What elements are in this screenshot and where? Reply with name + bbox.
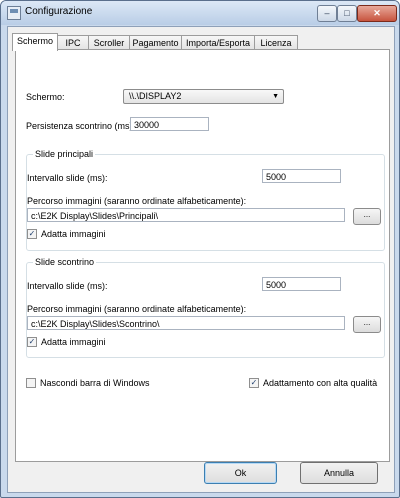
principali-fit-label: Adatta immagini bbox=[41, 229, 106, 239]
maximize-button[interactable]: □ bbox=[337, 5, 357, 22]
high-quality-label: Adattamento con alta qualità bbox=[263, 378, 378, 388]
group-slide-principali: Slide principali Intervallo slide (ms): … bbox=[26, 149, 385, 251]
tab-pagamento[interactable]: Pagamento bbox=[129, 35, 182, 50]
group-slide-principali-title: Slide principali bbox=[33, 149, 96, 159]
principali-interval-label: Intervallo slide (ms): bbox=[27, 173, 108, 183]
group-slide-scontrino-title: Slide scontrino bbox=[33, 257, 97, 267]
scontrino-interval-input[interactable]: 5000 bbox=[262, 277, 341, 291]
group-slide-scontrino: Slide scontrino Intervallo slide (ms): 5… bbox=[26, 257, 385, 358]
window-app-icon bbox=[7, 6, 21, 20]
chevron-down-icon: ▼ bbox=[272, 93, 279, 100]
scontrino-fit-label: Adatta immagini bbox=[41, 337, 106, 347]
ok-button[interactable]: Ok bbox=[204, 462, 277, 484]
close-button[interactable]: ✕ bbox=[357, 5, 397, 22]
title-bar[interactable]: Configurazione – □ ✕ bbox=[1, 1, 399, 25]
hide-taskbar-checkbox[interactable] bbox=[26, 378, 36, 388]
principali-path-label: Percorso immagini (saranno ordinate alfa… bbox=[27, 196, 247, 206]
tab-ipc[interactable]: IPC bbox=[57, 35, 89, 50]
dialog-window: Configurazione – □ ✕ Schermo IPC Scrolle… bbox=[0, 0, 400, 498]
schermo-label: Schermo: bbox=[26, 92, 65, 102]
principali-fit-checkbox[interactable]: ✓ bbox=[27, 229, 37, 239]
persistenza-input[interactable]: 30000 bbox=[130, 117, 209, 131]
window-title: Configurazione bbox=[25, 6, 93, 17]
principali-path-input[interactable]: c:\E2K Display\Slides\Principali\ bbox=[27, 208, 345, 222]
tab-licenza[interactable]: Licenza bbox=[254, 35, 298, 50]
tab-panel-schermo: Schermo: \\.\DISPLAY2 ▼ Persistenza scon… bbox=[15, 49, 390, 462]
hide-taskbar-label: Nascondi barra di Windows bbox=[40, 378, 150, 388]
scontrino-interval-label: Intervallo slide (ms): bbox=[27, 281, 108, 291]
high-quality-checkbox[interactable]: ✓ bbox=[249, 378, 259, 388]
scontrino-path-label: Percorso immagini (saranno ordinate alfa… bbox=[27, 304, 247, 314]
scontrino-fit-checkbox[interactable]: ✓ bbox=[27, 337, 37, 347]
scontrino-browse-button[interactable]: ... bbox=[353, 316, 381, 333]
principali-interval-input[interactable]: 5000 bbox=[262, 169, 341, 183]
tab-schermo[interactable]: Schermo bbox=[12, 33, 58, 51]
scontrino-path-input[interactable]: c:\E2K Display\Slides\Scontrino\ bbox=[27, 316, 345, 330]
schermo-select-value: \\.\DISPLAY2 bbox=[129, 91, 182, 101]
schermo-select[interactable]: \\.\DISPLAY2 ▼ bbox=[123, 89, 284, 104]
principali-browse-button[interactable]: ... bbox=[353, 208, 381, 225]
minimize-button[interactable]: – bbox=[317, 5, 337, 22]
tab-scroller[interactable]: Scroller bbox=[88, 35, 130, 50]
persistenza-label: Persistenza scontrino (ms): bbox=[26, 121, 136, 131]
cancel-button[interactable]: Annulla bbox=[300, 462, 378, 484]
tab-importa-esporta[interactable]: Importa/Esporta bbox=[181, 35, 255, 50]
dialog-client-area: Schermo IPC Scroller Pagamento Importa/E… bbox=[7, 26, 395, 493]
